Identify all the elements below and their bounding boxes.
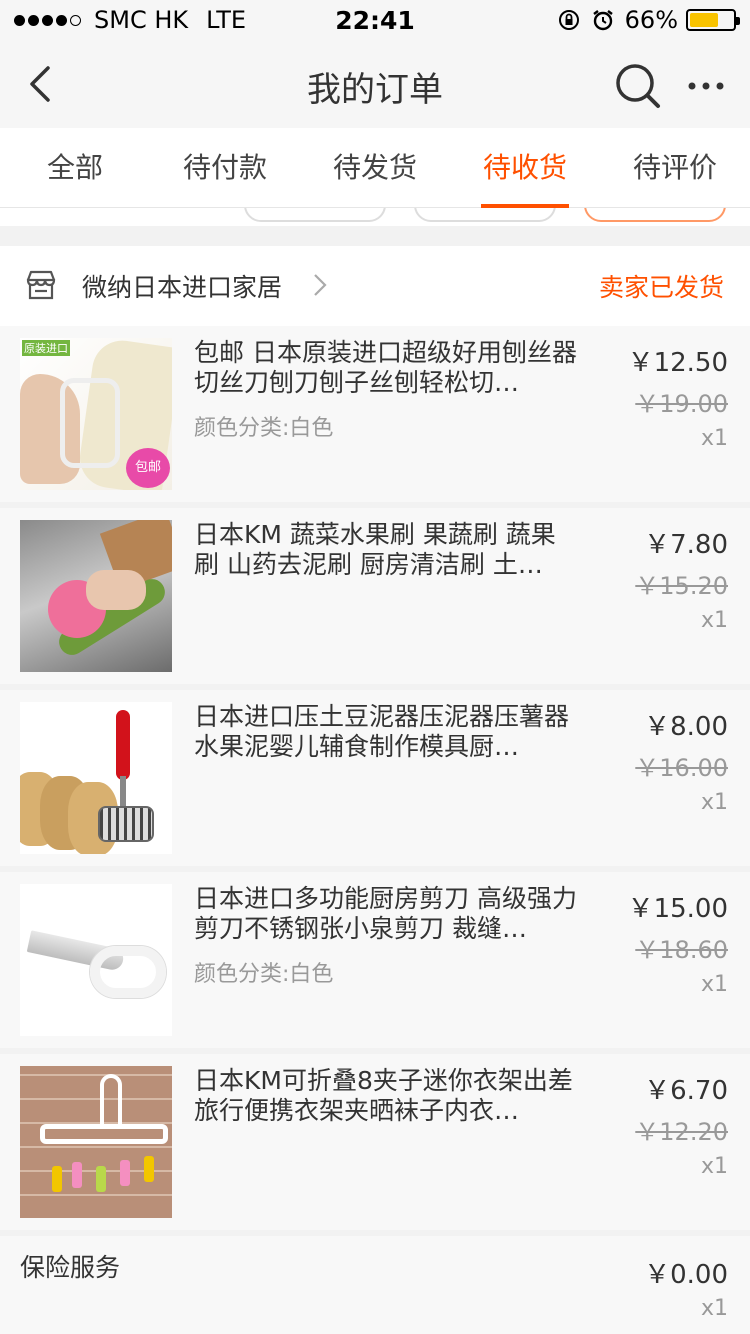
- product-image[interactable]: [20, 520, 172, 672]
- shop-header[interactable]: 微纳日本进口家居 卖家已发货: [0, 246, 750, 326]
- status-bar: SMC HK LTE 22:41 66%: [0, 0, 750, 40]
- product-image[interactable]: [20, 702, 172, 854]
- item-sku: 颜色分类:白色: [194, 962, 334, 987]
- prev-button-1[interactable]: [244, 208, 386, 222]
- battery-icon: [686, 9, 740, 31]
- order-tabs: 全部 待付款 待发货 待收货 待评价: [0, 128, 750, 208]
- item-title[interactable]: 包邮 日本原装进口超级好用刨丝器切丝刀刨刀刨子丝刨轻松切…: [194, 338, 580, 398]
- tab-pending-shipment[interactable]: 待发货: [300, 128, 450, 208]
- battery-percent: 66%: [624, 6, 678, 34]
- insurance-price: ￥0.00: [644, 1260, 728, 1290]
- prev-button-2[interactable]: [414, 208, 556, 222]
- item-sku: 颜色分类:白色: [194, 416, 334, 441]
- item-original-price: ￥15.20: [635, 572, 728, 600]
- item-title[interactable]: 日本进口压土豆泥器压泥器压薯器水果泥婴儿辅食制作模具厨…: [194, 702, 580, 762]
- battery-level: [690, 13, 718, 27]
- item-price: ￥8.00: [644, 712, 728, 742]
- item-quantity: x1: [700, 426, 728, 451]
- order-item[interactable]: 日本KM 蔬菜水果刷 果蔬刷 蔬果刷 山药去泥刷 厨房清洁刷 土… ￥7.80 …: [0, 508, 750, 684]
- alarm-icon: [592, 10, 613, 31]
- item-quantity: x1: [700, 1154, 728, 1179]
- item-price: ￥6.70: [644, 1076, 728, 1106]
- shop-name[interactable]: 微纳日本进口家居: [82, 268, 282, 304]
- thumb-tag: 原装进口: [22, 340, 70, 356]
- tab-pending-review[interactable]: 待评价: [600, 128, 750, 208]
- product-image[interactable]: 原装进口 包邮: [20, 338, 172, 490]
- status-right: 66%: [557, 6, 740, 34]
- previous-order-buttons: [0, 208, 750, 226]
- order-item[interactable]: 日本进口多功能厨房剪刀 高级强力剪刀不锈钢张小泉剪刀 裁缝… 颜色分类:白色 ￥…: [0, 872, 750, 1048]
- nav-bar: 我的订单: [0, 40, 750, 128]
- item-quantity: x1: [700, 790, 728, 815]
- tab-pending-payment[interactable]: 待付款: [150, 128, 300, 208]
- item-title[interactable]: 日本进口多功能厨房剪刀 高级强力剪刀不锈钢张小泉剪刀 裁缝…: [194, 884, 580, 944]
- insurance-quantity: x1: [700, 1296, 728, 1321]
- item-original-price: ￥18.60: [635, 936, 728, 964]
- chevron-right-icon: [314, 274, 327, 296]
- free-shipping-badge: 包邮: [126, 448, 170, 488]
- item-title[interactable]: 日本KM可折叠8夹子迷你衣架出差旅行便携衣架夹晒袜子内衣…: [194, 1066, 580, 1126]
- shop-icon: [26, 270, 56, 300]
- tab-pending-receipt[interactable]: 待收货: [450, 128, 600, 208]
- order-status: 卖家已发货: [598, 273, 724, 302]
- item-price: ￥7.80: [644, 530, 728, 560]
- tab-all[interactable]: 全部: [0, 128, 150, 208]
- prev-button-3[interactable]: [584, 208, 726, 222]
- order-item[interactable]: 日本进口压土豆泥器压泥器压薯器水果泥婴儿辅食制作模具厨… ￥8.00 ￥16.0…: [0, 690, 750, 866]
- product-image[interactable]: [20, 1066, 172, 1218]
- item-original-price: ￥12.20: [635, 1118, 728, 1146]
- order-item[interactable]: 日本KM可折叠8夹子迷你衣架出差旅行便携衣架夹晒袜子内衣… ￥6.70 ￥12.…: [0, 1054, 750, 1230]
- item-title[interactable]: 日本KM 蔬菜水果刷 果蔬刷 蔬果刷 山药去泥刷 厨房清洁刷 土…: [194, 520, 580, 580]
- product-image[interactable]: [20, 884, 172, 1036]
- order-item[interactable]: 原装进口 包邮 包邮 日本原装进口超级好用刨丝器切丝刀刨刀刨子丝刨轻松切… 颜色…: [0, 326, 750, 502]
- item-original-price: ￥19.00: [635, 390, 728, 418]
- more-icon[interactable]: [682, 66, 730, 106]
- item-price: ￥12.50: [627, 348, 728, 378]
- item-quantity: x1: [700, 972, 728, 997]
- rotation-lock-icon: [558, 10, 579, 30]
- insurance-label: 保险服务: [20, 1253, 121, 1282]
- item-original-price: ￥16.00: [635, 754, 728, 782]
- item-quantity: x1: [700, 608, 728, 633]
- item-price: ￥15.00: [627, 894, 728, 924]
- insurance-row[interactable]: 保险服务 ￥0.00 x1: [0, 1236, 750, 1334]
- search-icon[interactable]: [612, 60, 664, 112]
